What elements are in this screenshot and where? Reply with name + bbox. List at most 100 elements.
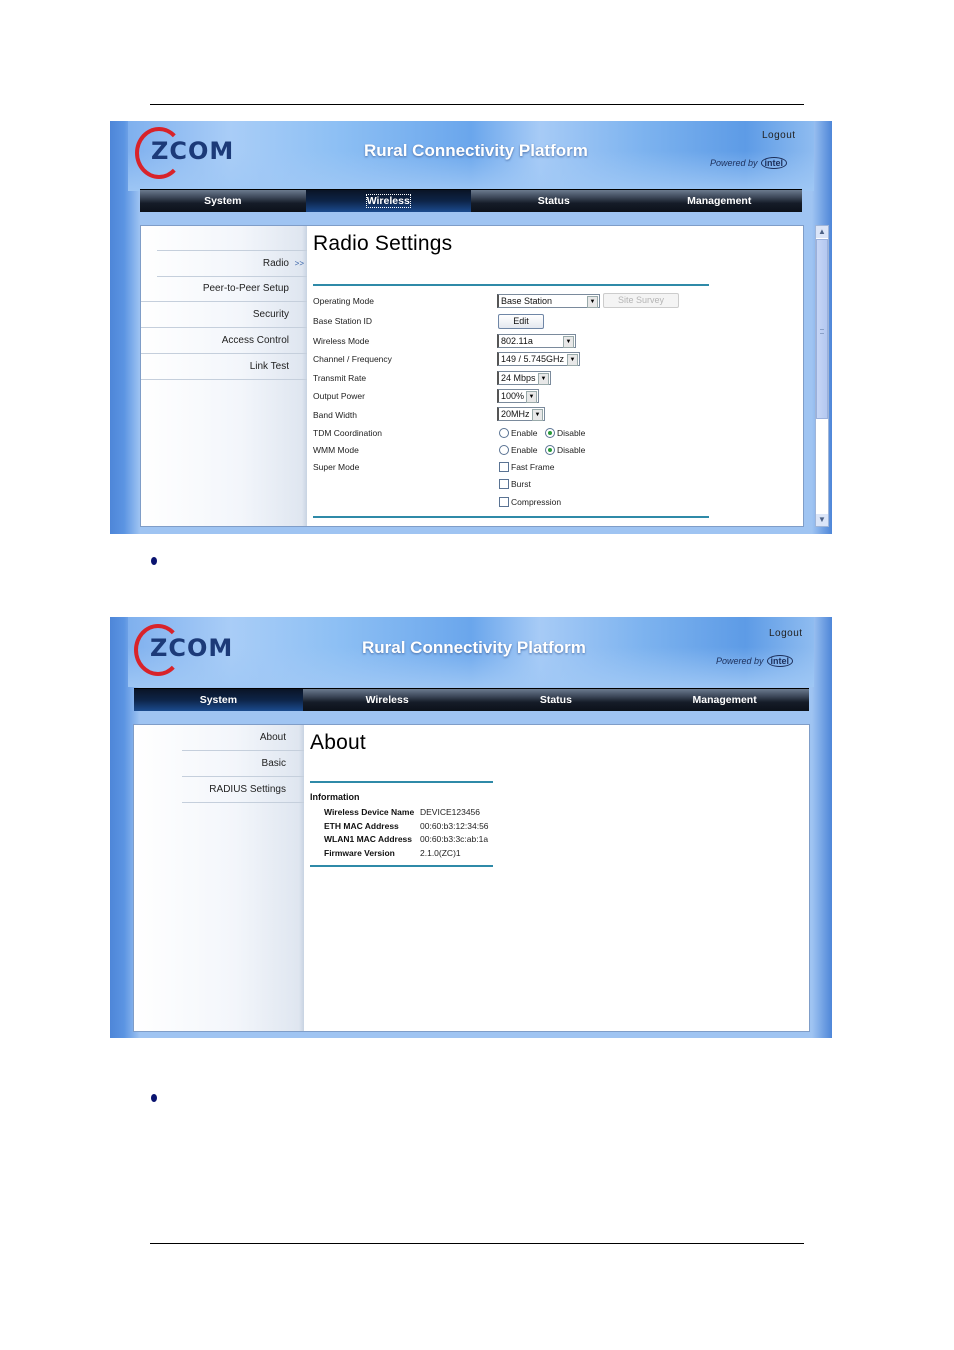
main-content: About Information Wireless Device Name D… (304, 725, 809, 1031)
site-survey-button[interactable]: Site Survey (603, 293, 679, 308)
main-content: Radio Settings Operating Mode Base Stati… (307, 226, 803, 526)
tdm-disable-radio[interactable]: Disable (545, 428, 585, 438)
nav-tab-system[interactable]: System (134, 689, 303, 711)
sidebar-item-security[interactable]: Security (141, 302, 307, 328)
page-footer-rule (150, 1243, 804, 1244)
nav-tab-management[interactable]: Management (640, 689, 809, 711)
device-name-label: Wireless Device Name (324, 807, 415, 817)
nav-tab-system[interactable]: System (140, 190, 306, 212)
nav-tab-label: System (204, 195, 242, 207)
radio-unchecked-icon (499, 445, 509, 455)
scroll-down-icon[interactable]: ▼ (816, 514, 828, 526)
wmm-enable-radio[interactable]: Enable (499, 445, 537, 455)
fast-frame-checkbox[interactable]: Fast Frame (499, 462, 554, 472)
logo-text: ZCOM (151, 137, 235, 165)
powered-by-label: Powered by intel (710, 157, 788, 169)
main-nav: System Wireless Status Management (134, 688, 809, 711)
screenshot-radio-settings: ZCOM Rural Connectivity Platform Logout … (110, 121, 832, 534)
section-divider-bottom (310, 865, 493, 867)
dropdown-arrow-icon: ▼ (532, 409, 543, 421)
sidebar-item-label: About (259, 732, 286, 743)
vertical-scrollbar[interactable]: ▲ ▼ (815, 225, 829, 527)
firmware-version-value: 2.1.0(ZC)1 (420, 848, 461, 858)
sidebar: Radio >> Peer-to-Peer Setup Security Acce… (141, 226, 307, 526)
current-arrow-icon: >> (294, 259, 304, 268)
checkbox-icon (499, 497, 509, 507)
radio-checked-icon (545, 428, 555, 438)
band-width-label: Band Width (313, 410, 357, 420)
scroll-up-icon[interactable]: ▲ (816, 226, 828, 238)
nav-tab-label: Status (539, 694, 572, 706)
select-value: 20MHz (501, 409, 530, 419)
sidebar-item-label: Access Control (221, 335, 289, 346)
channel-frequency-select[interactable]: 149 / 5.745GHz ▼ (497, 352, 580, 366)
eth-mac-value: 00:60:b3:12:34:56 (420, 821, 489, 831)
dropdown-arrow-icon: ▼ (563, 336, 574, 348)
sidebar: About Basic RADIUS Settings (134, 725, 304, 1031)
logout-link[interactable]: Logout (762, 130, 796, 141)
app-title: Rural Connectivity Platform (362, 638, 586, 657)
super-mode-label: Super Mode (313, 462, 360, 472)
nav-tab-status[interactable]: Status (471, 689, 641, 711)
transmit-rate-select[interactable]: 24 Mbps ▼ (497, 371, 551, 385)
tdm-enable-radio[interactable]: Enable (499, 428, 537, 438)
checkbox-label: Burst (511, 479, 531, 489)
operating-mode-label: Operating Mode (313, 296, 374, 306)
dropdown-arrow-icon: ▼ (538, 373, 549, 385)
radio-label: Disable (557, 445, 586, 455)
sidebar-item-label: RADIUS Settings (209, 784, 286, 795)
firmware-version-label: Firmware Version (324, 848, 395, 858)
nav-tab-label: Status (537, 195, 570, 207)
powered-by-text: Powered by (710, 158, 758, 168)
sidebar-item-label: Basic (261, 758, 286, 769)
dropdown-arrow-icon: ▼ (526, 391, 537, 403)
wireless-mode-select[interactable]: 802.11a ▼ (497, 334, 576, 348)
transmit-rate-label: Transmit Rate (313, 373, 367, 383)
wmm-disable-radio[interactable]: Disable (545, 445, 585, 455)
checkbox-icon (499, 479, 509, 489)
logo-text: ZCOM (150, 634, 234, 662)
sidebar-item-radio[interactable]: Radio >> (157, 250, 307, 277)
sidebar-item-link-test[interactable]: Link Test (141, 354, 307, 380)
operating-mode-select[interactable]: Base Station ▼ (497, 294, 600, 308)
powered-by-text: Powered by (716, 656, 764, 666)
zcom-logo: ZCOM (134, 624, 254, 676)
content-panel: About Basic RADIUS Settings About Inform… (133, 724, 810, 1032)
scrollbar-thumb[interactable] (816, 239, 828, 419)
radio-unchecked-icon (499, 428, 509, 438)
wlan1-mac-value: 00:60:b3:3c:ab:1a (420, 834, 489, 844)
nav-tab-label: Management (687, 195, 752, 207)
section-divider (310, 781, 493, 783)
nav-tab-status[interactable]: Status (471, 190, 637, 212)
main-nav: System Wireless Status Management (140, 189, 802, 212)
sidebar-item-about[interactable]: About (182, 725, 304, 751)
band-width-select[interactable]: 20MHz ▼ (497, 407, 545, 421)
sidebar-item-label: Peer-to-Peer Setup (202, 283, 289, 294)
checkbox-icon (499, 462, 509, 472)
wlan1-mac-label: WLAN1 MAC Address (324, 834, 412, 844)
nav-tab-wireless[interactable]: Wireless (305, 190, 471, 212)
app-title: Rural Connectivity Platform (364, 141, 588, 160)
select-value: 149 / 5.745GHz (501, 354, 565, 364)
sidebar-item-access-control[interactable]: Access Control (141, 328, 307, 354)
page-header-rule (150, 104, 804, 105)
nav-tab-management[interactable]: Management (636, 190, 802, 212)
burst-checkbox[interactable]: Burst (499, 479, 531, 489)
sidebar-item-label: Link Test (249, 361, 289, 372)
sidebar-item-basic[interactable]: Basic (182, 751, 304, 777)
bullet-icon (151, 1094, 157, 1102)
radio-checked-icon (545, 445, 555, 455)
dropdown-arrow-icon: ▼ (567, 354, 578, 366)
compression-checkbox[interactable]: Compression (499, 497, 561, 507)
sidebar-item-peer-to-peer[interactable]: Peer-to-Peer Setup (141, 276, 307, 302)
dropdown-arrow-icon: ▼ (587, 296, 598, 308)
edit-button[interactable]: Edit (498, 314, 544, 329)
info-heading: Information (310, 792, 360, 802)
screenshot-about: ZCOM Rural Connectivity Platform Logout … (110, 617, 832, 1038)
sidebar-item-radius-settings[interactable]: RADIUS Settings (182, 777, 304, 803)
output-power-select[interactable]: 100% ▼ (497, 389, 539, 403)
logout-link[interactable]: Logout (769, 628, 803, 639)
nav-tab-wireless[interactable]: Wireless (302, 689, 472, 711)
select-value: Base Station (501, 296, 553, 306)
section-divider (313, 284, 709, 286)
